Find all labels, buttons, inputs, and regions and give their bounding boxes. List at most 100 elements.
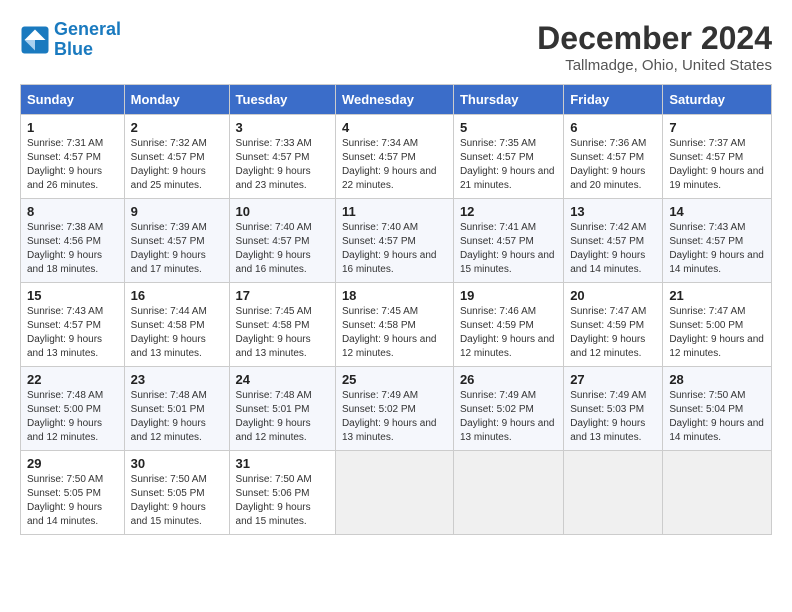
day-number: 23 <box>131 372 223 387</box>
calendar-cell <box>663 451 772 535</box>
logo-icon <box>20 25 50 55</box>
day-info: Sunrise: 7:44 AM Sunset: 4:58 PM Dayligh… <box>131 305 223 361</box>
day-info: Sunrise: 7:39 AM Sunset: 4:57 PM Dayligh… <box>131 221 223 277</box>
day-info: Sunrise: 7:50 AM Sunset: 5:06 PM Dayligh… <box>236 473 329 529</box>
day-number: 16 <box>131 288 223 303</box>
calendar-cell: 30 Sunrise: 7:50 AM Sunset: 5:05 PM Dayli… <box>124 451 229 535</box>
calendar-cell: 2Sunrise: 7:32 AM Sunset: 4:57 PM Daylig… <box>124 115 229 199</box>
calendar-cell: 9 Sunrise: 7:39 AM Sunset: 4:57 PM Daylig… <box>124 199 229 283</box>
day-number: 31 <box>236 456 329 471</box>
day-number: 1 <box>27 120 118 135</box>
calendar-cell: 6Sunrise: 7:36 AM Sunset: 4:57 PM Daylig… <box>564 115 663 199</box>
column-header-tuesday: Tuesday <box>229 85 335 115</box>
day-number: 19 <box>460 288 557 303</box>
calendar-cell: 24 Sunrise: 7:48 AM Sunset: 5:01 PM Dayli… <box>229 367 335 451</box>
day-number: 15 <box>27 288 118 303</box>
day-number: 12 <box>460 204 557 219</box>
day-number: 11 <box>342 204 447 219</box>
day-number: 29 <box>27 456 118 471</box>
day-number: 28 <box>669 372 765 387</box>
day-number: 14 <box>669 204 765 219</box>
day-info: Sunrise: 7:47 AM Sunset: 5:00 PM Dayligh… <box>669 305 765 361</box>
day-info: Sunrise: 7:45 AM Sunset: 4:58 PM Dayligh… <box>342 305 447 361</box>
day-number: 26 <box>460 372 557 387</box>
day-number: 24 <box>236 372 329 387</box>
logo-text: General Blue <box>54 20 121 60</box>
column-header-wednesday: Wednesday <box>335 85 453 115</box>
calendar-cell: 3Sunrise: 7:33 AM Sunset: 4:57 PM Daylig… <box>229 115 335 199</box>
day-number: 21 <box>669 288 765 303</box>
column-header-sunday: Sunday <box>21 85 125 115</box>
title-area: December 2024 Tallmadge, Ohio, United St… <box>537 20 772 74</box>
logo: General Blue <box>20 20 121 60</box>
calendar-cell: 29 Sunrise: 7:50 AM Sunset: 5:05 PM Dayli… <box>21 451 125 535</box>
calendar-cell: 15 Sunrise: 7:43 AM Sunset: 4:57 PM Dayli… <box>21 283 125 367</box>
column-header-saturday: Saturday <box>663 85 772 115</box>
day-number: 22 <box>27 372 118 387</box>
day-info: Sunrise: 7:40 AM Sunset: 4:57 PM Dayligh… <box>342 221 447 277</box>
calendar-cell: 11 Sunrise: 7:40 AM Sunset: 4:57 PM Dayli… <box>335 199 453 283</box>
day-number: 20 <box>570 288 656 303</box>
week-row-2: 8 Sunrise: 7:38 AM Sunset: 4:56 PM Daylig… <box>21 199 772 283</box>
week-row-1: 1 Sunrise: 7:31 AM Sunset: 4:57 PM Daylig… <box>21 115 772 199</box>
calendar-cell: 20 Sunrise: 7:47 AM Sunset: 4:59 PM Dayli… <box>564 283 663 367</box>
week-row-4: 22 Sunrise: 7:48 AM Sunset: 5:00 PM Dayli… <box>21 367 772 451</box>
day-info: Sunrise: 7:50 AM Sunset: 5:05 PM Dayligh… <box>131 473 223 529</box>
calendar-cell: 25 Sunrise: 7:49 AM Sunset: 5:02 PM Dayli… <box>335 367 453 451</box>
day-info: Sunrise: 7:43 AM Sunset: 4:57 PM Dayligh… <box>27 305 118 361</box>
day-info: Sunrise: 7:41 AM Sunset: 4:57 PM Dayligh… <box>460 221 557 277</box>
day-number: 4 <box>342 120 447 135</box>
calendar-cell: 26Sunrise: 7:49 AM Sunset: 5:02 PM Dayli… <box>453 367 563 451</box>
day-number: 5 <box>460 120 557 135</box>
calendar-cell: 19 Sunrise: 7:46 AM Sunset: 4:59 PM Dayli… <box>453 283 563 367</box>
day-info: Sunrise: 7:48 AM Sunset: 5:01 PM Dayligh… <box>131 389 223 445</box>
logo-line2: Blue <box>54 39 93 59</box>
column-header-friday: Friday <box>564 85 663 115</box>
day-info: Sunrise: 7:37 AM Sunset: 4:57 PM Dayligh… <box>669 137 765 193</box>
day-info: Sunrise: 7:46 AM Sunset: 4:59 PM Dayligh… <box>460 305 557 361</box>
logo-line1: General <box>54 19 121 39</box>
calendar-cell: 23 Sunrise: 7:48 AM Sunset: 5:01 PM Dayli… <box>124 367 229 451</box>
day-info: Sunrise: 7:47 AM Sunset: 4:59 PM Dayligh… <box>570 305 656 361</box>
calendar-body: 1 Sunrise: 7:31 AM Sunset: 4:57 PM Daylig… <box>21 115 772 535</box>
column-header-monday: Monday <box>124 85 229 115</box>
day-info: Sunrise: 7:31 AM Sunset: 4:57 PM Dayligh… <box>27 137 118 193</box>
calendar-cell: 28 Sunrise: 7:50 AM Sunset: 5:04 PM Dayli… <box>663 367 772 451</box>
calendar-table: SundayMondayTuesdayWednesdayThursdayFrid… <box>20 84 772 535</box>
calendar-header-row: SundayMondayTuesdayWednesdayThursdayFrid… <box>21 85 772 115</box>
day-info: Sunrise: 7:48 AM Sunset: 5:00 PM Dayligh… <box>27 389 118 445</box>
day-number: 17 <box>236 288 329 303</box>
day-info: Sunrise: 7:38 AM Sunset: 4:56 PM Dayligh… <box>27 221 118 277</box>
day-number: 30 <box>131 456 223 471</box>
calendar-cell: 5Sunrise: 7:35 AM Sunset: 4:57 PM Daylig… <box>453 115 563 199</box>
calendar-cell: 17Sunrise: 7:45 AM Sunset: 4:58 PM Dayli… <box>229 283 335 367</box>
calendar-cell: 1 Sunrise: 7:31 AM Sunset: 4:57 PM Daylig… <box>21 115 125 199</box>
day-info: Sunrise: 7:50 AM Sunset: 5:05 PM Dayligh… <box>27 473 118 529</box>
day-info: Sunrise: 7:48 AM Sunset: 5:01 PM Dayligh… <box>236 389 329 445</box>
week-row-5: 29 Sunrise: 7:50 AM Sunset: 5:05 PM Dayli… <box>21 451 772 535</box>
calendar-cell: 10Sunrise: 7:40 AM Sunset: 4:57 PM Dayli… <box>229 199 335 283</box>
column-header-thursday: Thursday <box>453 85 563 115</box>
day-number: 7 <box>669 120 765 135</box>
calendar-cell: 12 Sunrise: 7:41 AM Sunset: 4:57 PM Dayli… <box>453 199 563 283</box>
day-number: 8 <box>27 204 118 219</box>
calendar-cell <box>335 451 453 535</box>
day-number: 25 <box>342 372 447 387</box>
day-info: Sunrise: 7:42 AM Sunset: 4:57 PM Dayligh… <box>570 221 656 277</box>
calendar-cell: 31 Sunrise: 7:50 AM Sunset: 5:06 PM Dayli… <box>229 451 335 535</box>
week-row-3: 15 Sunrise: 7:43 AM Sunset: 4:57 PM Dayli… <box>21 283 772 367</box>
calendar-cell: 14 Sunrise: 7:43 AM Sunset: 4:57 PM Dayli… <box>663 199 772 283</box>
day-number: 10 <box>236 204 329 219</box>
day-info: Sunrise: 7:50 AM Sunset: 5:04 PM Dayligh… <box>669 389 765 445</box>
day-number: 9 <box>131 204 223 219</box>
main-title: December 2024 <box>537 20 772 57</box>
day-info: Sunrise: 7:49 AM Sunset: 5:02 PM Dayligh… <box>342 389 447 445</box>
day-number: 27 <box>570 372 656 387</box>
calendar-cell: 21 Sunrise: 7:47 AM Sunset: 5:00 PM Dayli… <box>663 283 772 367</box>
day-info: Sunrise: 7:43 AM Sunset: 4:57 PM Dayligh… <box>669 221 765 277</box>
day-number: 6 <box>570 120 656 135</box>
calendar-cell: 16 Sunrise: 7:44 AM Sunset: 4:58 PM Dayli… <box>124 283 229 367</box>
calendar-cell: 4Sunrise: 7:34 AM Sunset: 4:57 PM Daylig… <box>335 115 453 199</box>
day-info: Sunrise: 7:33 AM Sunset: 4:57 PM Dayligh… <box>236 137 329 193</box>
day-info: Sunrise: 7:49 AM Sunset: 5:03 PM Dayligh… <box>570 389 656 445</box>
